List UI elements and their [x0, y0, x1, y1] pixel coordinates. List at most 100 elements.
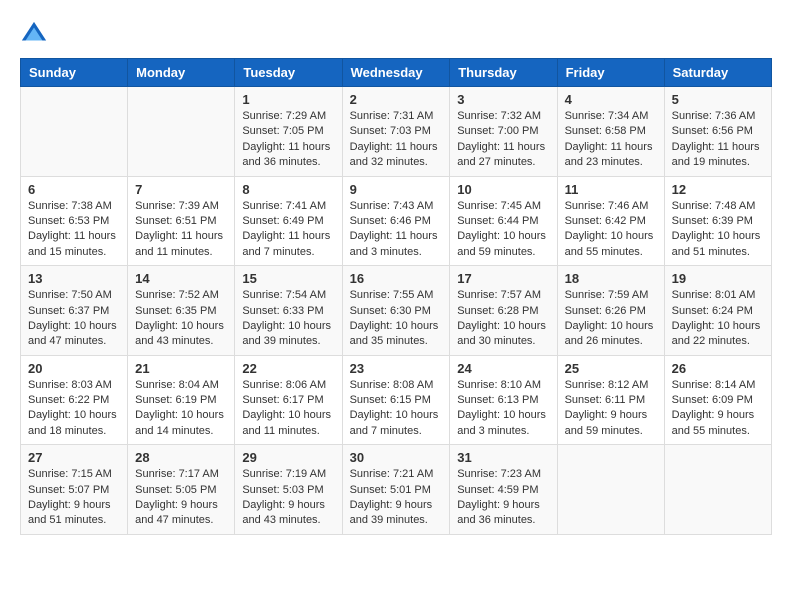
logo-icon — [20, 20, 48, 48]
day-number: 23 — [350, 361, 443, 376]
calendar-cell: 3Sunrise: 7:32 AMSunset: 7:00 PMDaylight… — [450, 87, 557, 177]
day-info: Sunrise: 7:31 AMSunset: 7:03 PMDaylight:… — [350, 109, 443, 171]
day-info: Sunrise: 8:03 AMSunset: 6:22 PMDaylight:… — [28, 378, 120, 440]
day-info: Sunrise: 7:15 AMSunset: 5:07 PMDaylight:… — [28, 467, 120, 529]
calendar-week-4: 20 Sunrise: 8:03 AMSunset: 6:22 PMDayligh… — [21, 355, 772, 445]
day-info: Sunrise: 7:29 AMSunset: 7:05 PMDaylight:… — [242, 109, 334, 171]
calendar-cell: 15 Sunrise: 7:54 AMSunset: 6:33 PMDayligh… — [235, 266, 342, 356]
calendar-cell — [664, 445, 771, 535]
calendar-cell: 5 Sunrise: 7:36 AMSunset: 6:56 PMDaylight… — [664, 87, 771, 177]
day-info: Sunrise: 7:59 AMSunset: 6:26 PMDaylight:… — [565, 288, 657, 350]
day-number: 10 — [457, 182, 549, 197]
day-info: Sunrise: 7:23 AMSunset: 4:59 PMDaylight:… — [457, 467, 549, 529]
day-number: 31 — [457, 450, 549, 465]
day-number: 1 — [242, 92, 334, 107]
day-info: Sunrise: 8:14 AMSunset: 6:09 PMDaylight:… — [672, 378, 764, 440]
calendar-cell: 9 Sunrise: 7:43 AMSunset: 6:46 PMDaylight… — [342, 176, 450, 266]
day-number: 4 — [565, 92, 657, 107]
day-info: Sunrise: 7:36 AMSunset: 6:56 PMDaylight:… — [672, 109, 764, 171]
day-info: Sunrise: 7:52 AMSunset: 6:35 PMDaylight:… — [135, 288, 227, 350]
calendar-cell: 10 Sunrise: 7:45 AMSunset: 6:44 PMDayligh… — [450, 176, 557, 266]
day-of-week-wednesday: Wednesday — [342, 59, 450, 87]
day-number: 19 — [672, 271, 764, 286]
day-info: Sunrise: 8:12 AMSunset: 6:11 PMDaylight:… — [565, 378, 657, 440]
day-number: 15 — [242, 271, 334, 286]
calendar-cell: 20 Sunrise: 8:03 AMSunset: 6:22 PMDayligh… — [21, 355, 128, 445]
day-info: Sunrise: 7:48 AMSunset: 6:39 PMDaylight:… — [672, 199, 764, 261]
calendar-cell: 27 Sunrise: 7:15 AMSunset: 5:07 PMDayligh… — [21, 445, 128, 535]
day-number: 8 — [242, 182, 334, 197]
day-number: 5 — [672, 92, 764, 107]
calendar-cell: 8 Sunrise: 7:41 AMSunset: 6:49 PMDaylight… — [235, 176, 342, 266]
calendar-cell — [21, 87, 128, 177]
calendar-cell: 28 Sunrise: 7:17 AMSunset: 5:05 PMDayligh… — [128, 445, 235, 535]
day-info: Sunrise: 7:50 AMSunset: 6:37 PMDaylight:… — [28, 288, 120, 350]
day-number: 11 — [565, 182, 657, 197]
calendar-cell: 16 Sunrise: 7:55 AMSunset: 6:30 PMDayligh… — [342, 266, 450, 356]
calendar-week-5: 27 Sunrise: 7:15 AMSunset: 5:07 PMDayligh… — [21, 445, 772, 535]
day-number: 27 — [28, 450, 120, 465]
calendar-cell: 13 Sunrise: 7:50 AMSunset: 6:37 PMDayligh… — [21, 266, 128, 356]
calendar-cell: 7Sunrise: 7:39 AMSunset: 6:51 PMDaylight… — [128, 176, 235, 266]
calendar-cell: 31 Sunrise: 7:23 AMSunset: 4:59 PMDayligh… — [450, 445, 557, 535]
day-of-week-saturday: Saturday — [664, 59, 771, 87]
calendar-cell: 29 Sunrise: 7:19 AMSunset: 5:03 PMDayligh… — [235, 445, 342, 535]
day-number: 2 — [350, 92, 443, 107]
day-of-week-sunday: Sunday — [21, 59, 128, 87]
calendar-cell: 25 Sunrise: 8:12 AMSunset: 6:11 PMDayligh… — [557, 355, 664, 445]
calendar-cell: 22 Sunrise: 8:06 AMSunset: 6:17 PMDayligh… — [235, 355, 342, 445]
day-info: Sunrise: 7:54 AMSunset: 6:33 PMDaylight:… — [242, 288, 334, 350]
calendar-cell: 17 Sunrise: 7:57 AMSunset: 6:28 PMDayligh… — [450, 266, 557, 356]
calendar-cell: 24Sunrise: 8:10 AMSunset: 6:13 PMDayligh… — [450, 355, 557, 445]
day-info: Sunrise: 7:34 AMSunset: 6:58 PMDaylight:… — [565, 109, 657, 171]
calendar-cell: 26 Sunrise: 8:14 AMSunset: 6:09 PMDayligh… — [664, 355, 771, 445]
day-info: Sunrise: 7:43 AMSunset: 6:46 PMDaylight:… — [350, 199, 443, 261]
day-info: Sunrise: 7:57 AMSunset: 6:28 PMDaylight:… — [457, 288, 549, 350]
day-number: 20 — [28, 361, 120, 376]
day-info: Sunrise: 7:21 AMSunset: 5:01 PMDaylight:… — [350, 467, 443, 529]
logo — [20, 20, 50, 48]
day-number: 13 — [28, 271, 120, 286]
day-number: 28 — [135, 450, 227, 465]
calendar-week-3: 13 Sunrise: 7:50 AMSunset: 6:37 PMDayligh… — [21, 266, 772, 356]
calendar-cell: 1 Sunrise: 7:29 AMSunset: 7:05 PMDaylight… — [235, 87, 342, 177]
day-number: 17 — [457, 271, 549, 286]
day-info: Sunrise: 7:19 AMSunset: 5:03 PMDaylight:… — [242, 467, 334, 529]
day-info: Sunrise: 7:41 AMSunset: 6:49 PMDaylight:… — [242, 199, 334, 261]
calendar-week-1: 1 Sunrise: 7:29 AMSunset: 7:05 PMDaylight… — [21, 87, 772, 177]
calendar-cell: 18 Sunrise: 7:59 AMSunset: 6:26 PMDayligh… — [557, 266, 664, 356]
calendar-cell: 14 Sunrise: 7:52 AMSunset: 6:35 PMDayligh… — [128, 266, 235, 356]
day-info: Sunrise: 7:46 AMSunset: 6:42 PMDaylight:… — [565, 199, 657, 261]
day-number: 25 — [565, 361, 657, 376]
calendar-cell — [557, 445, 664, 535]
calendar-cell: 21Sunrise: 8:04 AMSunset: 6:19 PMDayligh… — [128, 355, 235, 445]
day-number: 14 — [135, 271, 227, 286]
calendar-cell: 11 Sunrise: 7:46 AMSunset: 6:42 PMDayligh… — [557, 176, 664, 266]
day-info: Sunrise: 8:01 AMSunset: 6:24 PMDaylight:… — [672, 288, 764, 350]
day-number: 18 — [565, 271, 657, 286]
day-number: 16 — [350, 271, 443, 286]
day-number: 6 — [28, 182, 120, 197]
calendar-cell: 4 Sunrise: 7:34 AMSunset: 6:58 PMDaylight… — [557, 87, 664, 177]
day-number: 3 — [457, 92, 549, 107]
calendar-cell: 30Sunrise: 7:21 AMSunset: 5:01 PMDayligh… — [342, 445, 450, 535]
day-number: 22 — [242, 361, 334, 376]
day-of-week-tuesday: Tuesday — [235, 59, 342, 87]
day-info: Sunrise: 8:10 AMSunset: 6:13 PMDaylight:… — [457, 378, 549, 440]
day-of-week-friday: Friday — [557, 59, 664, 87]
calendar-header-row: SundayMondayTuesdayWednesdayThursdayFrid… — [21, 59, 772, 87]
calendar-week-2: 6Sunrise: 7:38 AMSunset: 6:53 PMDaylight… — [21, 176, 772, 266]
day-info: Sunrise: 7:55 AMSunset: 6:30 PMDaylight:… — [350, 288, 443, 350]
calendar-cell: 12Sunrise: 7:48 AMSunset: 6:39 PMDayligh… — [664, 176, 771, 266]
calendar-cell: 23Sunrise: 8:08 AMSunset: 6:15 PMDayligh… — [342, 355, 450, 445]
day-number: 26 — [672, 361, 764, 376]
day-info: Sunrise: 8:04 AMSunset: 6:19 PMDaylight:… — [135, 378, 227, 440]
day-info: Sunrise: 7:17 AMSunset: 5:05 PMDaylight:… — [135, 467, 227, 529]
day-info: Sunrise: 7:45 AMSunset: 6:44 PMDaylight:… — [457, 199, 549, 261]
day-number: 7 — [135, 182, 227, 197]
day-info: Sunrise: 8:06 AMSunset: 6:17 PMDaylight:… — [242, 378, 334, 440]
day-number: 9 — [350, 182, 443, 197]
day-number: 29 — [242, 450, 334, 465]
calendar-cell: 2 Sunrise: 7:31 AMSunset: 7:03 PMDaylight… — [342, 87, 450, 177]
calendar-cell: 19 Sunrise: 8:01 AMSunset: 6:24 PMDayligh… — [664, 266, 771, 356]
